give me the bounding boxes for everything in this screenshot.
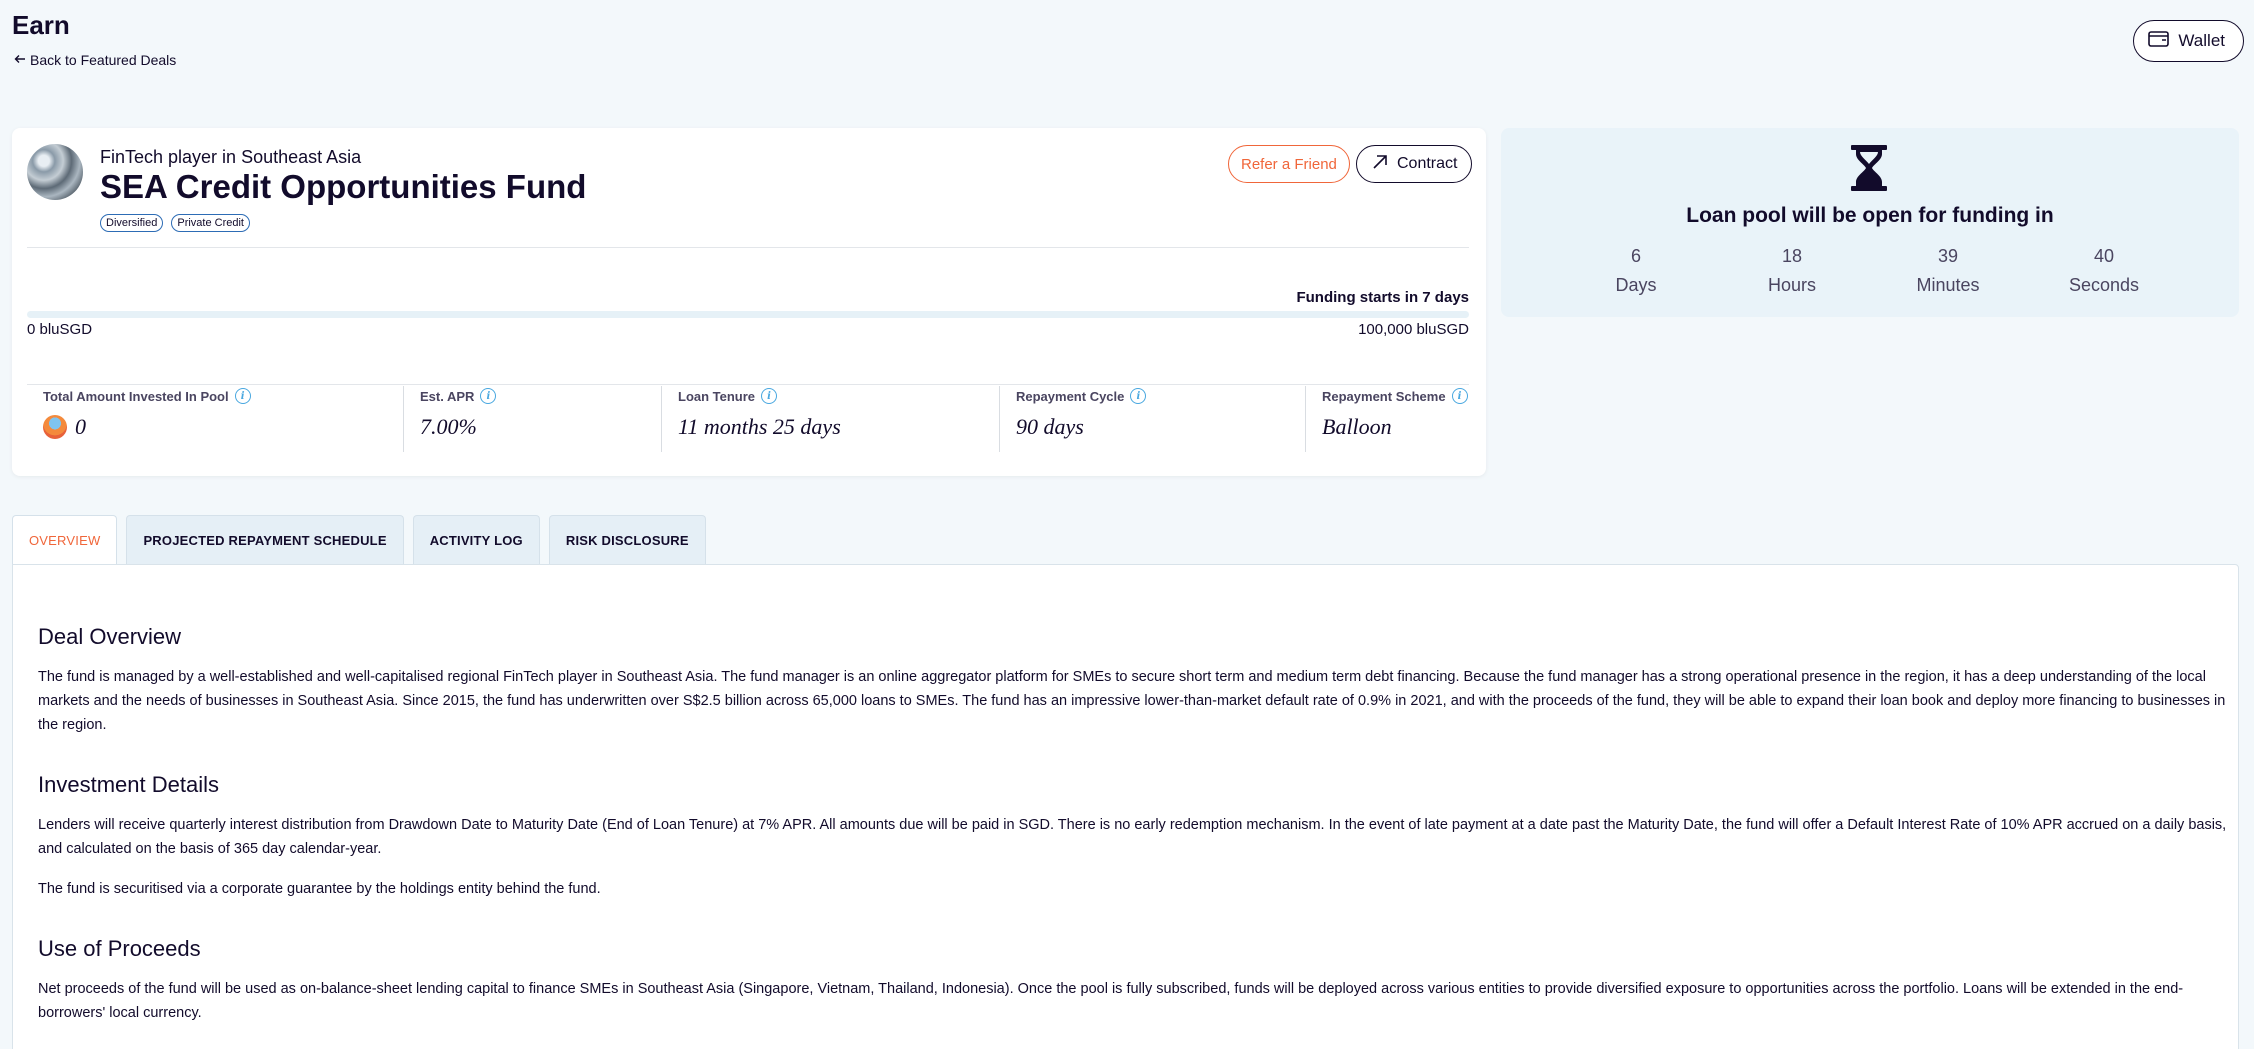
stat-value: 90 days — [1016, 414, 1084, 439]
deal-card: FinTech player in Southeast Asia SEA Cre… — [12, 128, 1486, 476]
overview-panel: Deal Overview The fund is managed by a w… — [12, 564, 2239, 1049]
stat-label: Est. APR — [420, 388, 475, 404]
contract-label: Contract — [1397, 155, 1458, 172]
stat-total-invested: Total Amount Invested In Pool i 0 — [27, 386, 403, 452]
info-icon[interactable]: i — [761, 388, 778, 404]
fund-title: SEA Credit Opportunities Fund — [100, 168, 587, 205]
countdown-label: Seconds — [2068, 275, 2140, 295]
arrow-left-icon — [14, 52, 26, 68]
stat-label: Total Amount Invested In Pool — [43, 388, 229, 404]
countdown-label: Minutes — [1916, 275, 1980, 295]
contract-button[interactable]: Contract — [1356, 145, 1473, 183]
countdown-days: 6 Days — [1576, 246, 1696, 296]
stat-label: Repayment Cycle — [1016, 388, 1125, 404]
investment-details-text: Lenders will receive quarterly interest … — [38, 817, 2227, 857]
tag-private-credit: Private Credit — [171, 214, 250, 232]
use-of-proceeds-text: Net proceeds of the fund will be used as… — [38, 981, 2184, 1021]
funding-status: Funding starts in 7 days — [1296, 289, 1469, 306]
countdown-units: 6 Days 18 Hours 39 Minutes 40 Seconds — [1501, 246, 2239, 296]
progress-min-label: 0 bluSGD — [27, 321, 93, 338]
info-icon[interactable]: i — [480, 388, 497, 404]
info-icon[interactable]: i — [1451, 388, 1468, 404]
countdown-label: Days — [1615, 275, 1657, 295]
countdown-value: 18 — [1781, 246, 1803, 266]
countdown-minutes: 39 Minutes — [1888, 246, 2008, 296]
tab-bar: OVERVIEW PROJECTED REPAYMENT SCHEDULE AC… — [12, 515, 706, 565]
blusgd-coin-icon — [43, 415, 67, 439]
stat-repayment-scheme: Repayment Scheme i Balloon — [1305, 386, 1469, 452]
tab-activity-log[interactable]: ACTIVITY LOG — [412, 515, 540, 565]
divider — [27, 247, 1469, 248]
fund-subtitle: FinTech player in Southeast Asia — [100, 147, 362, 167]
wallet-button[interactable]: Wallet — [2133, 20, 2244, 62]
page-title: Earn — [12, 10, 70, 40]
deal-overview-text: The fund is managed by a well-establishe… — [38, 669, 2226, 733]
divider — [27, 384, 1469, 385]
stat-loan-tenure: Loan Tenure i 11 months 25 days — [661, 386, 999, 452]
funding-progress-bar — [27, 311, 1469, 318]
refer-friend-button[interactable]: Refer a Friend — [1228, 145, 1350, 183]
investment-security-text: The fund is securitised via a corporate … — [38, 881, 601, 897]
countdown-hours: 18 Hours — [1732, 246, 1852, 296]
tab-projected-repayment-schedule[interactable]: PROJECTED REPAYMENT SCHEDULE — [126, 515, 404, 565]
info-icon[interactable]: i — [1130, 388, 1147, 404]
wallet-label: Wallet — [2178, 31, 2225, 50]
fund-avatar — [27, 144, 83, 200]
tag-diversified: Diversified — [100, 214, 164, 232]
tag-list: Diversified Private Credit — [100, 214, 250, 232]
countdown-value: 40 — [2093, 246, 2115, 266]
stat-value: 11 months 25 days — [678, 414, 841, 439]
countdown-seconds: 40 Seconds — [2044, 246, 2164, 296]
info-icon[interactable]: i — [234, 388, 251, 404]
back-link[interactable]: Back to Featured Deals — [14, 52, 176, 68]
countdown-label: Hours — [1767, 275, 1816, 295]
investment-details-heading: Investment Details — [38, 772, 219, 797]
stat-value: Balloon — [1322, 414, 1392, 439]
tab-risk-disclosure[interactable]: RISK DISCLOSURE — [548, 515, 706, 565]
hourglass-icon — [1849, 144, 1889, 192]
countdown-value: 39 — [1937, 246, 1959, 266]
countdown-card: Loan pool will be open for funding in 6 … — [1501, 128, 2239, 317]
external-arrow-icon — [1371, 153, 1389, 176]
tab-overview[interactable]: OVERVIEW — [12, 515, 118, 565]
stat-label: Loan Tenure — [678, 388, 756, 404]
deal-stats: Total Amount Invested In Pool i 0 Est. A… — [27, 386, 1469, 452]
stat-value: 0 — [75, 414, 86, 439]
progress-max-label: 100,000 bluSGD — [1358, 321, 1469, 338]
stat-label: Repayment Scheme — [1322, 388, 1446, 404]
countdown-title: Loan pool will be open for funding in — [1686, 204, 2054, 227]
wallet-icon — [2148, 30, 2170, 53]
stat-est-apr: Est. APR i 7.00% — [403, 386, 661, 452]
use-of-proceeds-heading: Use of Proceeds — [38, 936, 201, 961]
deal-overview-heading: Deal Overview — [38, 624, 182, 649]
back-link-label: Back to Featured Deals — [30, 52, 177, 68]
stat-value: 7.00% — [420, 414, 477, 439]
countdown-value: 6 — [1630, 246, 1641, 266]
stat-repayment-cycle: Repayment Cycle i 90 days — [999, 386, 1305, 452]
